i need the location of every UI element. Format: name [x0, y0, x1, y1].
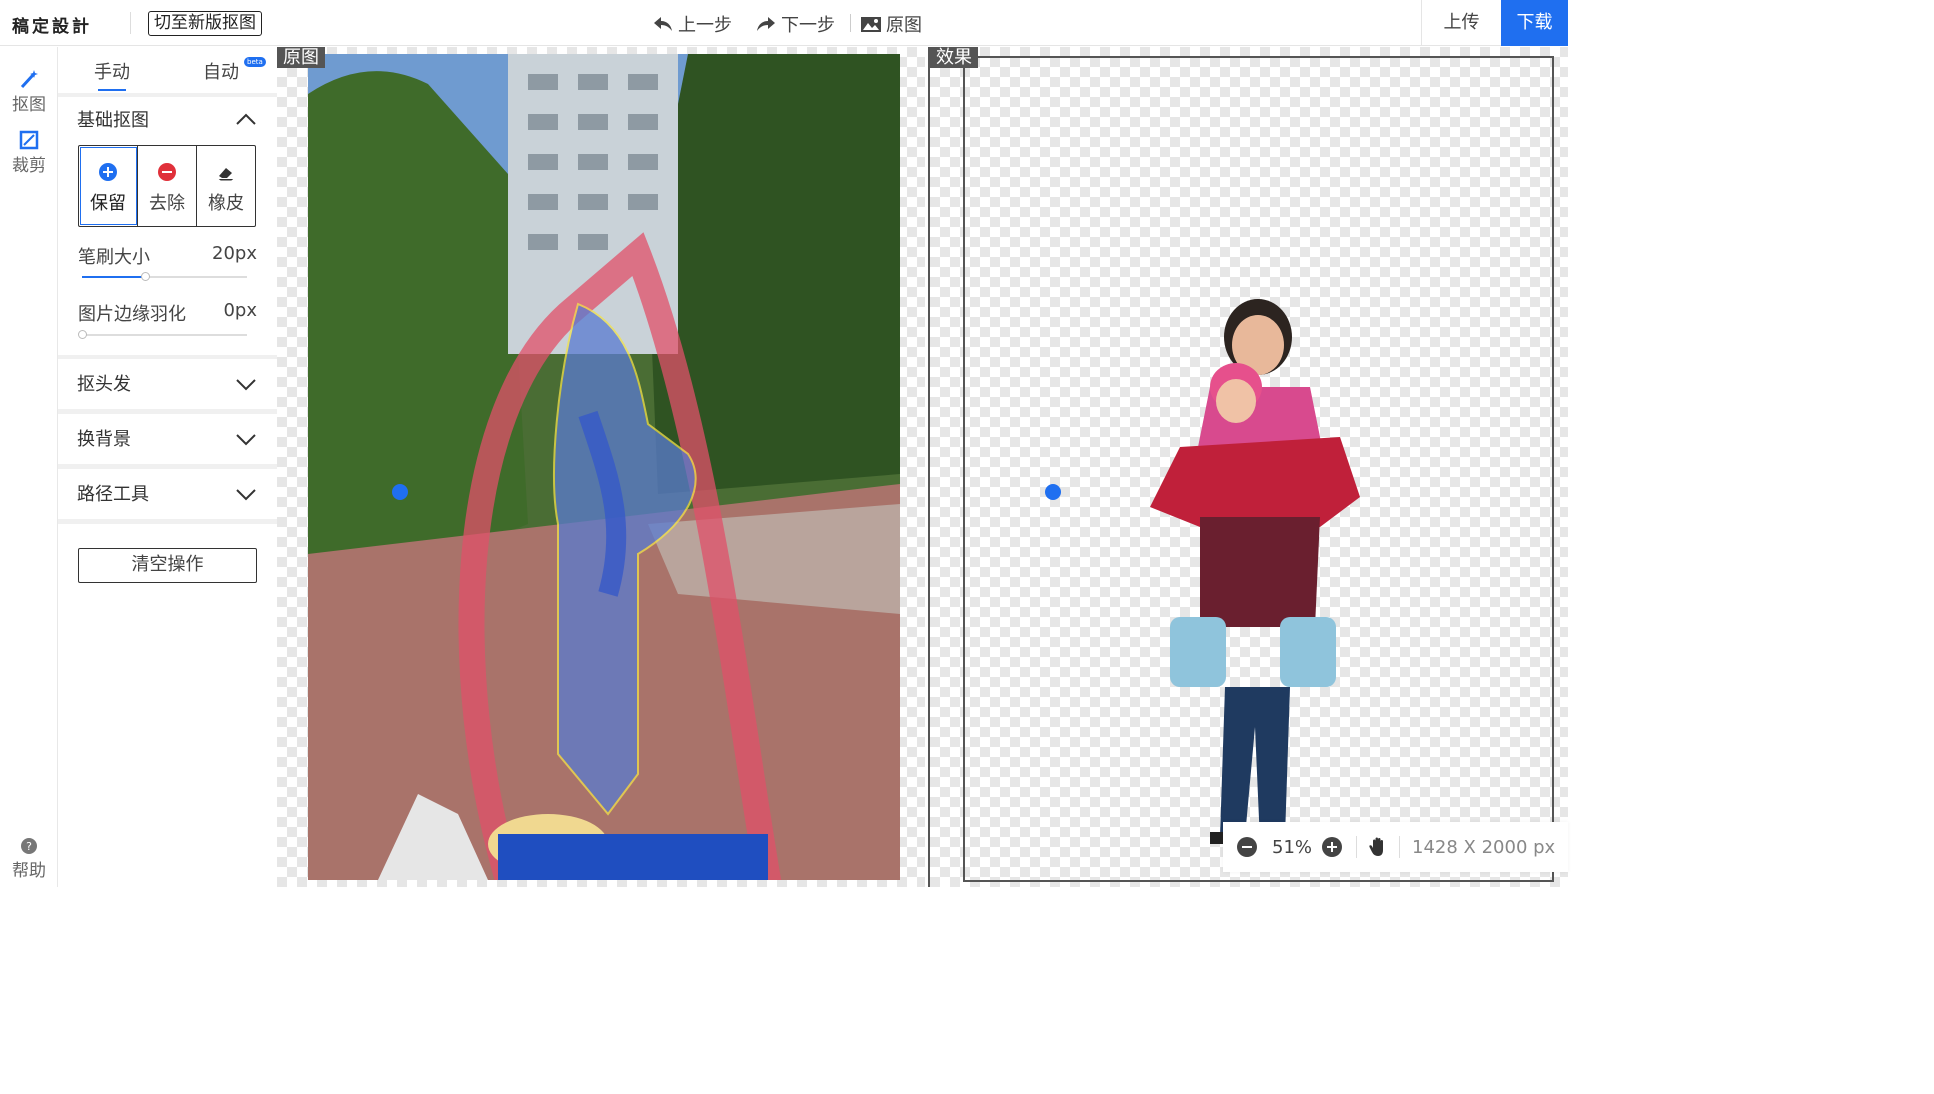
hair-section[interactable]: 抠头发 — [58, 359, 277, 409]
brush-cursor — [392, 484, 408, 500]
chevron-down-icon[interactable] — [235, 378, 257, 392]
switch-version-button[interactable]: 切至新版抠图 — [148, 11, 262, 36]
undo-icon — [654, 17, 672, 31]
brush-size-value: 20px — [212, 243, 257, 264]
feather-label: 图片边缘羽化 — [78, 304, 186, 325]
zoom-out-icon[interactable] — [1237, 837, 1257, 857]
original-label: 原图 — [886, 15, 922, 36]
original-label-tag: 原图 — [277, 47, 325, 68]
slider-fill — [82, 276, 145, 278]
svg-text:?: ? — [26, 840, 32, 853]
photo-scene — [308, 54, 900, 880]
image-icon — [861, 17, 881, 32]
active-tab-indicator — [98, 89, 126, 91]
slider-handle[interactable] — [141, 272, 150, 281]
help-icon: ? — [21, 838, 37, 854]
hand-pan-icon[interactable] — [1367, 836, 1389, 858]
redo-icon — [757, 17, 775, 31]
mode-tabs: 手动 自动 beta — [58, 47, 277, 93]
brush-size-label: 笔刷大小 — [78, 247, 150, 268]
brush-size-slider[interactable] — [82, 272, 247, 281]
cutout-subject — [1150, 299, 1360, 849]
keep-tool-button[interactable]: 保留 — [79, 146, 138, 226]
zoom-in-icon[interactable] — [1322, 837, 1343, 857]
section-title: 抠头发 — [77, 374, 131, 395]
section-title: 基础抠图 — [77, 110, 149, 131]
undo-label: 上一步 — [678, 15, 732, 36]
zoom-level: 51% — [1272, 836, 1313, 858]
tool-panel: 手动 自动 beta 基础抠图 保留 去除 橡皮 笔刷大小 20px 图片边缘羽… — [58, 47, 277, 887]
plus-circle-icon — [99, 163, 117, 181]
redo-button[interactable]: 下一步 — [755, 11, 835, 37]
image-size: 1428 X 2000 px — [1412, 836, 1556, 858]
eraser-tool-button[interactable]: 橡皮 — [197, 146, 255, 226]
feather-value: 0px — [223, 300, 257, 321]
feather-slider[interactable] — [78, 330, 247, 339]
tool-label: 保留 — [90, 193, 126, 214]
section-title: 换背景 — [77, 429, 131, 450]
remove-tool-button[interactable]: 去除 — [138, 146, 197, 226]
slider-handle[interactable] — [78, 330, 87, 339]
view-original-button[interactable]: 原图 — [860, 11, 922, 37]
chevron-down-icon[interactable] — [235, 433, 257, 447]
top-bar: 稿定設計 切至新版抠图 上一步 下一步 原图 上传 下载 — [0, 0, 1568, 46]
chevron-up-icon[interactable] — [235, 112, 257, 126]
clear-operations-button[interactable]: 清空操作 — [78, 548, 257, 583]
section-title: 路径工具 — [77, 484, 149, 505]
tool-label: 去除 — [149, 193, 185, 214]
left-rail: 抠图 裁剪 ? 帮助 — [0, 47, 58, 887]
original-photo[interactable] — [308, 54, 900, 880]
beta-badge: beta — [244, 57, 266, 67]
divider — [1356, 836, 1358, 858]
upload-button[interactable]: 上传 — [1421, 0, 1501, 46]
tab-manual[interactable]: 手动 — [94, 58, 130, 84]
divider — [1399, 836, 1401, 858]
zoom-toolbar: 51% 1428 X 2000 px — [1223, 822, 1568, 872]
result-label-tag: 效果 — [930, 47, 978, 68]
original-canvas[interactable]: 原图 — [277, 47, 925, 887]
tool-label: 橡皮 — [208, 193, 244, 214]
tab-auto[interactable]: 自动 — [203, 58, 239, 84]
brush-tool-group: 保留 去除 橡皮 — [78, 145, 256, 227]
rail-label: 抠图 — [12, 95, 46, 115]
brush-cursor — [1045, 484, 1061, 500]
divider — [850, 14, 851, 32]
redo-label: 下一步 — [781, 15, 835, 36]
app-logo[interactable]: 稿定設計 — [12, 12, 92, 37]
rail-item-cutout[interactable]: 抠图 — [0, 69, 58, 115]
path-tool-section[interactable]: 路径工具 — [58, 469, 277, 519]
divider — [130, 12, 131, 34]
basic-cutout-section: 基础抠图 保留 去除 橡皮 笔刷大小 20px 图片边缘羽化 0px — [58, 97, 277, 355]
chevron-down-icon[interactable] — [235, 488, 257, 502]
minus-circle-icon — [158, 163, 176, 181]
magic-wand-icon — [20, 70, 38, 89]
crop-icon — [19, 130, 39, 150]
rail-label: 帮助 — [12, 861, 46, 881]
undo-button[interactable]: 上一步 — [652, 11, 732, 37]
background-section[interactable]: 换背景 — [58, 414, 277, 464]
eraser-icon — [218, 168, 234, 181]
download-button[interactable]: 下载 — [1501, 0, 1568, 46]
rail-label: 裁剪 — [12, 156, 46, 176]
rail-item-help[interactable]: ? 帮助 — [0, 837, 58, 881]
result-canvas[interactable]: 效果 — [930, 47, 1568, 887]
rail-item-crop[interactable]: 裁剪 — [0, 130, 58, 176]
